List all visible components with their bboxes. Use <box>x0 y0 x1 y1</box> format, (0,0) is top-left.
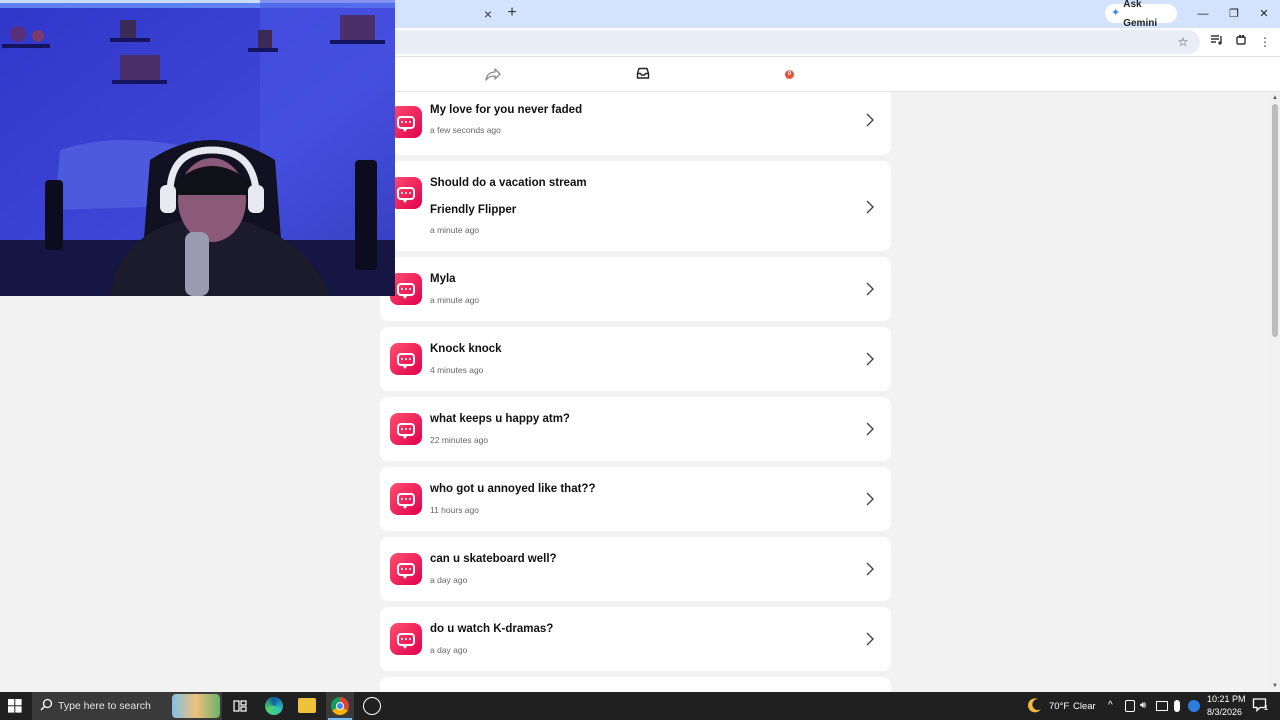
message-bubble-icon <box>390 623 422 655</box>
message-time: a minute ago <box>430 295 480 305</box>
message-feed: My love for you never faded a few second… <box>380 92 891 692</box>
notification-badge[interactable]: 0 <box>785 70 794 79</box>
scroll-up-arrow-icon[interactable]: ▲ <box>1271 94 1279 102</box>
message-card[interactable]: who got u annoyed like that?? 11 hours a… <box>380 467 891 531</box>
message-title: Should do a vacation stream <box>430 177 587 189</box>
message-time: a minute ago <box>430 225 480 235</box>
chevron-right-icon <box>864 200 876 214</box>
clock-time[interactable]: 10:21 PM <box>1207 694 1246 704</box>
edge-browser-icon[interactable] <box>265 697 283 715</box>
chevron-right-icon <box>864 352 876 366</box>
minimize-button[interactable]: — <box>1192 4 1214 24</box>
message-card[interactable]: Knock knock 4 minutes ago <box>380 327 891 391</box>
search-highlight-image <box>172 694 220 718</box>
message-bubble-icon <box>390 343 422 375</box>
gemini-sparkle-icon: ✦ <box>1111 7 1121 19</box>
speaker-icon[interactable]: 🔊︎ <box>1140 696 1152 716</box>
message-card[interactable]: can u skateboard well? a day ago <box>380 537 891 601</box>
network-icon[interactable] <box>1156 701 1168 711</box>
webcam-image <box>0 0 395 296</box>
scrollbar-thumb[interactable] <box>1272 104 1278 337</box>
file-explorer-icon[interactable] <box>298 698 316 713</box>
inbox-icon[interactable] <box>636 66 650 80</box>
message-card[interactable]: My love for you never faded a few second… <box>380 92 891 155</box>
search-placeholder: Type here to search <box>58 700 151 712</box>
weather-condition[interactable]: Clear <box>1073 701 1096 712</box>
message-title: what keeps u happy atm? <box>430 413 570 425</box>
message-bubble-icon <box>390 483 422 515</box>
weather-moon-icon <box>1027 697 1045 717</box>
webcam-overlay <box>0 0 395 296</box>
search-icon <box>40 698 54 712</box>
media-controls-icon[interactable] <box>1209 34 1225 50</box>
close-window-button[interactable]: ✕ <box>1253 4 1275 24</box>
scroll-down-arrow-icon[interactable]: ▼ <box>1271 682 1279 690</box>
chevron-right-icon <box>864 562 876 576</box>
message-title: who got u annoyed like that?? <box>430 483 596 495</box>
ask-gemini-button[interactable]: ✦ Ask Gemini <box>1105 0 1177 29</box>
message-card[interactable]: do u watch K-dramas? a day ago <box>380 607 891 671</box>
chevron-right-icon <box>864 422 876 436</box>
chrome-taskbar-button[interactable] <box>326 692 354 720</box>
share-arrow-icon[interactable] <box>484 66 502 82</box>
message-time: 11 hours ago <box>430 505 479 515</box>
extension-puzzle-icon[interactable] <box>1233 34 1249 50</box>
message-bubble-icon <box>390 553 422 585</box>
message-title: Myla <box>430 273 456 285</box>
tray-device-icon[interactable] <box>1125 700 1135 712</box>
task-view-icon[interactable] <box>233 696 247 716</box>
chevron-right-icon <box>864 282 876 296</box>
tab-close-button[interactable]: × <box>480 6 496 22</box>
page-scrollbar[interactable]: ▲ ▼ <box>1270 92 1280 692</box>
windows-start-icon[interactable] <box>8 696 24 716</box>
message-subtitle: Friendly Flipper <box>430 204 517 216</box>
message-title: Knock knock <box>430 343 502 355</box>
chevron-right-icon <box>864 632 876 646</box>
onedrive-cloud-icon[interactable] <box>1188 700 1200 712</box>
new-tab-button[interactable]: + <box>503 4 521 22</box>
taskbar-search-box[interactable]: Type here to search <box>32 692 222 720</box>
message-card-partial[interactable] <box>380 677 891 692</box>
chevron-right-icon <box>864 492 876 506</box>
restore-button[interactable]: ❐ <box>1223 4 1245 24</box>
message-time: a few seconds ago <box>430 125 501 135</box>
message-card[interactable]: Myla a minute ago <box>380 257 891 321</box>
message-card[interactable]: what keeps u happy atm? 22 minutes ago <box>380 397 891 461</box>
clock-date[interactable]: 8/3/2026 <box>1207 707 1242 717</box>
windows-taskbar: Type here to search 70°F Clear ^ 🔊︎ 10:2… <box>0 692 1280 720</box>
microphone-icon[interactable] <box>1174 700 1180 712</box>
weather-temperature[interactable]: 70°F <box>1049 701 1069 712</box>
tray-overflow-icon[interactable]: ^ <box>1108 696 1118 716</box>
message-time: 4 minutes ago <box>430 365 484 375</box>
message-title: do u watch K-dramas? <box>430 623 554 635</box>
chevron-right-icon <box>864 113 876 127</box>
message-title: My love for you never faded <box>430 104 583 116</box>
message-time: a day ago <box>430 645 468 655</box>
message-time: a day ago <box>430 575 468 585</box>
obs-app-icon[interactable] <box>363 697 381 715</box>
notification-count: 1 <box>1264 705 1268 712</box>
message-card[interactable]: Should do a vacation stream Friendly Fli… <box>380 161 891 251</box>
message-title: can u skateboard well? <box>430 553 557 565</box>
bookmark-star-icon[interactable]: ☆ <box>1175 34 1191 50</box>
message-bubble-icon <box>390 413 422 445</box>
browser-menu-icon[interactable]: ⋮ <box>1257 34 1273 50</box>
app-nav-bar: 0 <box>380 57 1280 92</box>
message-time: 22 minutes ago <box>430 435 489 445</box>
